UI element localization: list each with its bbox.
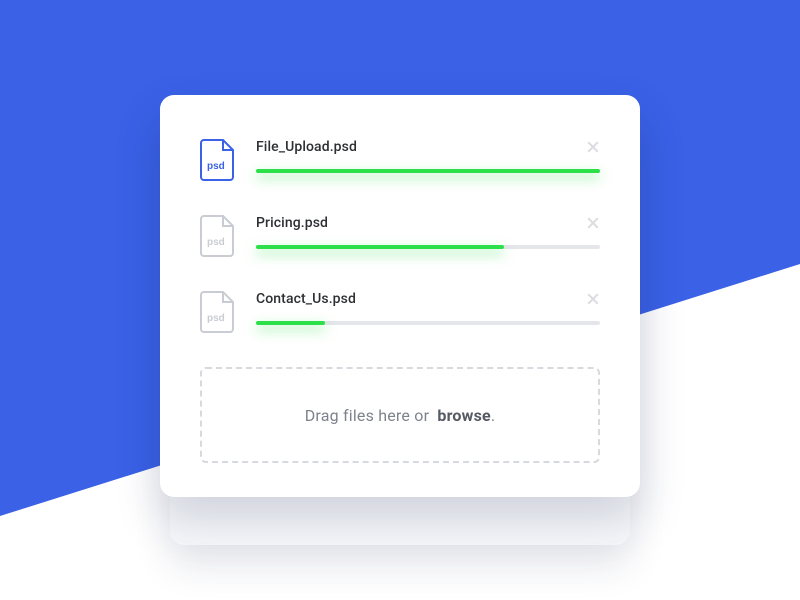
upload-item: psd Pricing.psd xyxy=(200,215,600,257)
remove-file-button[interactable] xyxy=(586,140,600,154)
file-psd-icon: psd xyxy=(200,139,234,181)
file-psd-icon: psd xyxy=(200,291,234,333)
svg-text:psd: psd xyxy=(207,237,225,248)
upload-item: psd File_Upload.psd xyxy=(200,139,600,181)
upload-progress xyxy=(256,321,600,325)
file-psd-icon: psd xyxy=(200,215,234,257)
upload-progress-fill xyxy=(256,245,504,249)
file-name-label: Contact_Us.psd xyxy=(256,291,356,307)
upload-progress-fill xyxy=(256,321,325,325)
file-name-label: File_Upload.psd xyxy=(256,139,357,155)
upload-progress-fill xyxy=(256,169,600,173)
svg-text:psd: psd xyxy=(207,313,225,324)
remove-file-button[interactable] xyxy=(586,292,600,306)
svg-text:psd: psd xyxy=(207,161,225,172)
dropzone-text: Drag files here or browse. xyxy=(305,406,496,425)
upload-progress xyxy=(256,169,600,173)
upload-progress xyxy=(256,245,600,249)
dropzone[interactable]: Drag files here or browse. xyxy=(200,367,600,463)
upload-item: psd Contact_Us.psd xyxy=(200,291,600,333)
upload-card: psd File_Upload.psd psd xyxy=(160,95,640,497)
file-name-label: Pricing.psd xyxy=(256,215,328,231)
browse-link[interactable]: browse xyxy=(437,406,490,425)
remove-file-button[interactable] xyxy=(586,216,600,230)
